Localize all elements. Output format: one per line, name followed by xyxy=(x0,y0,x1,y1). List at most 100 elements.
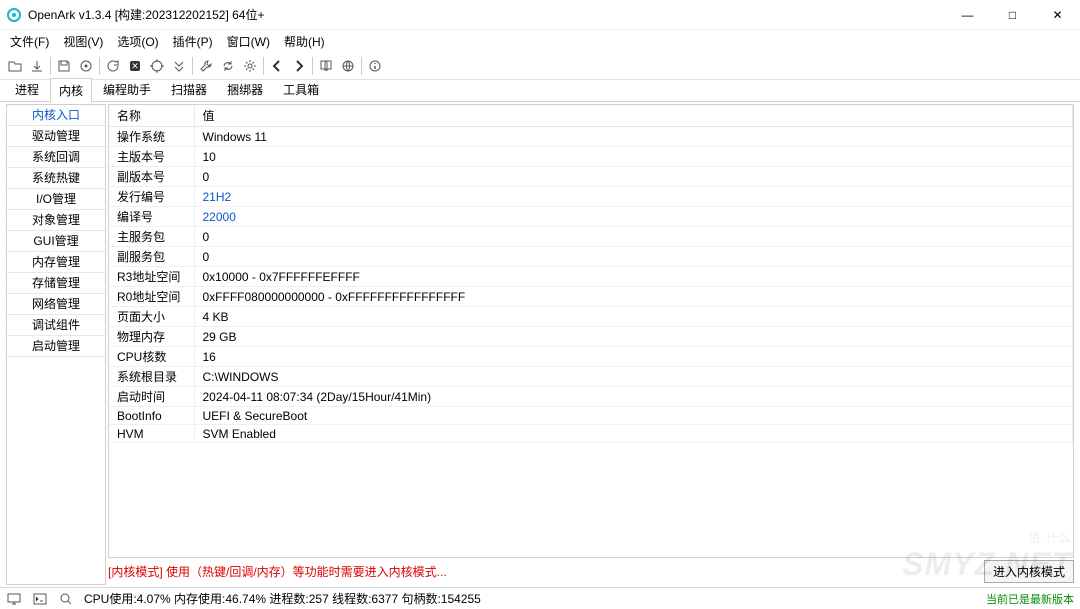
cell-value: 0 xyxy=(194,227,1073,247)
cell-value: 4 KB xyxy=(194,307,1073,327)
tab-扫描器[interactable]: 扫描器 xyxy=(162,77,216,101)
menu-窗口[interactable]: 窗口(W) xyxy=(221,31,276,52)
cell-name: BootInfo xyxy=(109,407,194,425)
cell-value: 0 xyxy=(194,247,1073,267)
cell-name: 编译号 xyxy=(109,207,194,227)
stop-icon[interactable]: ✕ xyxy=(124,55,146,77)
menu-帮助[interactable]: 帮助(H) xyxy=(278,31,331,52)
table-row[interactable]: 发行编号21H2 xyxy=(109,187,1073,207)
col-value[interactable]: 值 xyxy=(194,105,1073,127)
table-row[interactable]: 页面大小4 KB xyxy=(109,307,1073,327)
menu-选项[interactable]: 选项(O) xyxy=(111,31,164,52)
dropdown-icon[interactable] xyxy=(168,55,190,77)
wrench-icon[interactable] xyxy=(195,55,217,77)
cell-name: 系统根目录 xyxy=(109,367,194,387)
sidebar-item-系统回调[interactable]: 系统回调 xyxy=(7,147,105,168)
sidebar-item-I/O管理[interactable]: I/O管理 xyxy=(7,189,105,210)
sidebar-item-存储管理[interactable]: 存储管理 xyxy=(7,273,105,294)
sidebar-item-驱动管理[interactable]: 驱动管理 xyxy=(7,126,105,147)
cell-value: 10 xyxy=(194,147,1073,167)
cell-name: 主版本号 xyxy=(109,147,194,167)
sync-icon[interactable] xyxy=(217,55,239,77)
minimize-button[interactable]: — xyxy=(945,0,990,29)
enter-kernel-mode-button[interactable]: 进入内核模式 xyxy=(984,560,1074,583)
col-name[interactable]: 名称 xyxy=(109,105,194,127)
target-icon[interactable] xyxy=(146,55,168,77)
status-text: CPU使用:4.07% 内存使用:46.74% 进程数:257 线程数:6377… xyxy=(84,590,481,607)
back-icon[interactable] xyxy=(266,55,288,77)
tab-捆绑器[interactable]: 捆绑器 xyxy=(218,77,272,101)
cell-name: 物理内存 xyxy=(109,327,194,347)
book-icon[interactable] xyxy=(315,55,337,77)
version-note: 当前已是最新版本 xyxy=(986,591,1074,607)
cell-value: 2024-04-11 08:07:34 (2Day/15Hour/41Min) xyxy=(194,387,1073,407)
app-icon xyxy=(6,7,22,23)
sidebar-item-调试组件[interactable]: 调试组件 xyxy=(7,315,105,336)
menu-视图[interactable]: 视图(V) xyxy=(57,31,109,52)
info-grid[interactable]: 名称 值 操作系统Windows 11主版本号10副版本号0发行编号21H2编译… xyxy=(108,104,1074,558)
table-row[interactable]: 主服务包0 xyxy=(109,227,1073,247)
table-row[interactable]: 系统根目录C:\WINDOWS xyxy=(109,367,1073,387)
cell-name: 启动时间 xyxy=(109,387,194,407)
export-icon[interactable] xyxy=(26,55,48,77)
table-row[interactable]: 主版本号10 xyxy=(109,147,1073,167)
info-icon[interactable] xyxy=(364,55,386,77)
table-row[interactable]: R0地址空间0xFFFF080000000000 - 0xFFFFFFFFFFF… xyxy=(109,287,1073,307)
cell-value: 0xFFFF080000000000 - 0xFFFFFFFFFFFFFFFF xyxy=(194,287,1073,307)
tab-进程[interactable]: 进程 xyxy=(6,77,48,101)
close-button[interactable]: ✕ xyxy=(1035,0,1080,29)
statusbar: CPU使用:4.07% 内存使用:46.74% 进程数:257 线程数:6377… xyxy=(0,587,1080,609)
table-row[interactable]: R3地址空间0x10000 - 0x7FFFFFFEFFFF xyxy=(109,267,1073,287)
tab-工具箱[interactable]: 工具箱 xyxy=(274,77,328,101)
sidebar-item-对象管理[interactable]: 对象管理 xyxy=(7,210,105,231)
open-icon[interactable] xyxy=(4,55,26,77)
console-icon[interactable] xyxy=(32,591,48,607)
refresh-icon[interactable] xyxy=(102,55,124,77)
sidebar-item-GUI管理[interactable]: GUI管理 xyxy=(7,231,105,252)
table-row[interactable]: 物理内存29 GB xyxy=(109,327,1073,347)
cell-value: 16 xyxy=(194,347,1073,367)
gear-icon[interactable] xyxy=(239,55,261,77)
cell-value: 0x10000 - 0x7FFFFFFEFFFF xyxy=(194,267,1073,287)
cell-name: 操作系统 xyxy=(109,127,194,147)
sidebar-item-内存管理[interactable]: 内存管理 xyxy=(7,252,105,273)
cell-value: SVM Enabled xyxy=(194,425,1073,443)
cell-value[interactable]: 22000 xyxy=(194,207,1073,227)
titlebar: OpenArk v1.3.4 [构建:202312202152] 64位+ — … xyxy=(0,0,1080,30)
save-icon[interactable] xyxy=(53,55,75,77)
cell-name: 页面大小 xyxy=(109,307,194,327)
cell-name: 副版本号 xyxy=(109,167,194,187)
window-title: OpenArk v1.3.4 [构建:202312202152] 64位+ xyxy=(28,6,945,23)
table-row[interactable]: CPU核数16 xyxy=(109,347,1073,367)
cell-value: 0 xyxy=(194,167,1073,187)
table-row[interactable]: 副版本号0 xyxy=(109,167,1073,187)
table-row[interactable]: 编译号22000 xyxy=(109,207,1073,227)
maximize-button[interactable]: □ xyxy=(990,0,1035,29)
content-area: 内核入口驱动管理系统回调系统热键I/O管理对象管理GUI管理内存管理存储管理网络… xyxy=(0,102,1080,587)
cell-name: CPU核数 xyxy=(109,347,194,367)
sidebar-item-启动管理[interactable]: 启动管理 xyxy=(7,336,105,357)
forward-icon[interactable] xyxy=(288,55,310,77)
table-row[interactable]: 操作系统Windows 11 xyxy=(109,127,1073,147)
svg-text:✕: ✕ xyxy=(131,61,139,71)
sidebar-item-网络管理[interactable]: 网络管理 xyxy=(7,294,105,315)
sidebar-item-系统热键[interactable]: 系统热键 xyxy=(7,168,105,189)
hint-row: [内核模式] 使用（热键/回调/内存）等功能时需要进入内核模式... 进入内核模… xyxy=(108,558,1074,585)
menu-文件[interactable]: 文件(F) xyxy=(4,31,55,52)
toolbar: ✕ xyxy=(0,52,1080,80)
table-row[interactable]: 启动时间2024-04-11 08:07:34 (2Day/15Hour/41M… xyxy=(109,387,1073,407)
table-row[interactable]: BootInfoUEFI & SecureBoot xyxy=(109,407,1073,425)
table-row[interactable]: 副服务包0 xyxy=(109,247,1073,267)
globe-icon[interactable] xyxy=(337,55,359,77)
cell-value[interactable]: 21H2 xyxy=(194,187,1073,207)
table-row[interactable]: HVMSVM Enabled xyxy=(109,425,1073,443)
settings-icon[interactable] xyxy=(75,55,97,77)
monitor-icon[interactable] xyxy=(6,591,22,607)
cell-name: R0地址空间 xyxy=(109,287,194,307)
sidebar-item-内核入口[interactable]: 内核入口 xyxy=(7,105,105,126)
menu-插件[interactable]: 插件(P) xyxy=(167,31,219,52)
kernel-sidebar: 内核入口驱动管理系统回调系统热键I/O管理对象管理GUI管理内存管理存储管理网络… xyxy=(6,104,106,585)
search-icon[interactable] xyxy=(58,591,74,607)
tab-内核[interactable]: 内核 xyxy=(50,78,92,102)
tab-编程助手[interactable]: 编程助手 xyxy=(94,77,160,101)
